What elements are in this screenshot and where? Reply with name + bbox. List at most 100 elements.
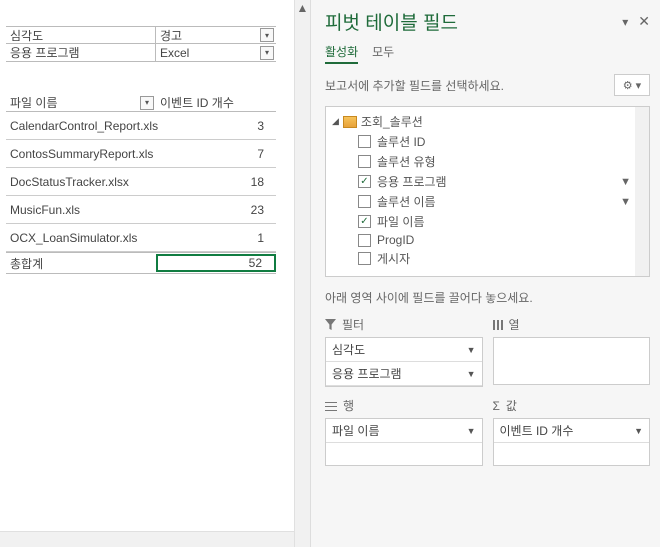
tab-all[interactable]: 모두 [372,43,394,64]
row-header-dropdown-icon[interactable]: ▾ [140,96,154,110]
row-value: 23 [156,203,276,217]
row-header-cell[interactable]: 파일 이름 ▾ [6,94,156,111]
field-item[interactable]: 솔루션 ID [358,133,645,150]
columns-icon [493,320,503,330]
grand-total-row[interactable]: 총합계 52 [6,252,276,274]
pane-dropdown-icon[interactable]: ▾ [622,15,628,29]
checkbox[interactable] [358,135,371,148]
field-item[interactable]: 솔루션 유형 [358,153,645,170]
filters-area: 필터 심각도 ▼ 응용 프로그램 ▼ [325,316,483,387]
filter-value: Excel [160,46,189,60]
field-item[interactable]: 솔루션 이름 ▼ + [358,193,645,210]
table-row[interactable]: ContosSummaryReport.xls 7 [6,140,276,168]
checkbox-checked[interactable]: ✓ [358,215,371,228]
total-value-cell[interactable]: 52 [156,254,276,272]
field-label: ProgID [377,233,414,247]
chevron-down-icon[interactable]: ▼ [467,345,476,355]
field-label: 게시자 [377,250,410,267]
funnel-icon [325,319,336,330]
pane-header: 피벗 테이블 필드 ▾ ✕ [325,8,650,35]
row-value: 3 [156,119,276,133]
chevron-down-icon[interactable]: ▼ [467,426,476,436]
values-area: Σ 값 이벤트 ID 개수 ▼ [493,397,651,466]
filter-row: 심각도 경고 ▾ [6,26,276,44]
close-icon[interactable]: ✕ [638,13,650,30]
row-value: 18 [156,175,276,189]
area-field-label: 심각도 [332,341,365,358]
area-field-label: 파일 이름 [332,422,380,439]
checkbox[interactable] [358,155,371,168]
filter-dropdown-icon[interactable]: ▾ [260,28,274,42]
table-row[interactable]: DocStatusTracker.xlsx 18 [6,168,276,196]
table-row[interactable]: MusicFun.xls 23 [6,196,276,224]
values-dropzone[interactable]: 이벤트 ID 개수 ▼ [493,418,651,466]
area-field[interactable]: 심각도 ▼ [326,338,482,362]
checkbox-checked[interactable]: ✓ [358,175,371,188]
filters-dropzone[interactable]: 심각도 ▼ 응용 프로그램 ▼ [325,337,483,387]
area-field[interactable]: 파일 이름 ▼ [326,419,482,443]
row-name: DocStatusTracker.xlsx [6,175,156,189]
columns-area: 열 [493,316,651,387]
pivot-areas: 필터 심각도 ▼ 응용 프로그램 ▼ 열 [325,316,650,466]
field-hint: 보고서에 추가할 필드를 선택하세요. [325,77,504,94]
field-list-scrollbar[interactable] [635,107,649,276]
area-label: 필터 [342,316,364,333]
scroll-up-icon[interactable]: ▲ [295,0,310,16]
chevron-down-icon[interactable]: ▼ [634,426,643,436]
columns-dropzone[interactable] [493,337,651,385]
tab-active[interactable]: 활성화 [325,43,358,64]
worksheet-area: 심각도 경고 ▾ 응용 프로그램 Excel ▾ 파일 이름 ▾ 이벤트 ID [0,0,310,547]
tools-button[interactable]: ⚙ ▾ [614,74,650,96]
chevron-down-icon[interactable]: ▼ [467,369,476,379]
field-label: 솔루션 이름 [377,193,436,210]
area-label: 행 [343,397,354,414]
field-label: 파일 이름 [377,213,425,230]
gear-icon: ⚙ [623,79,633,92]
area-field-label: 응용 프로그램 [332,365,402,382]
checkbox[interactable] [358,234,371,247]
table-row[interactable]: CalendarControl_Report.xls 3 [6,112,276,140]
field-item[interactable]: ✓ 응용 프로그램 ▼ [358,173,645,190]
pivot-fields-pane: 피벗 테이블 필드 ▾ ✕ 활성화 모두 보고서에 추가할 필드를 선택하세요.… [310,0,660,547]
table-node[interactable]: ◢ 조회_솔루션 [332,113,645,130]
area-field[interactable]: 응용 프로그램 ▼ [326,362,482,386]
checkbox[interactable] [358,252,371,265]
table-name: 조회_솔루션 [361,113,423,130]
filter-value-cell[interactable]: 경고 ▾ [156,27,276,43]
report-filters: 심각도 경고 ▾ 응용 프로그램 Excel ▾ [6,26,276,62]
pane-tabs: 활성화 모두 [325,43,650,64]
rows-dropzone[interactable]: 파일 이름 ▼ [325,418,483,466]
area-field-label: 이벤트 ID 개수 [500,422,574,439]
field-item[interactable]: 게시자 [358,250,645,267]
table-icon [343,116,357,128]
vertical-scrollbar[interactable]: ▲ [294,0,310,547]
field-item[interactable]: ProgID [358,233,645,247]
row-name: MusicFun.xls [6,203,156,217]
checkbox[interactable] [358,195,371,208]
filter-value-cell[interactable]: Excel ▾ [156,44,276,61]
collapse-icon[interactable]: ◢ [332,116,339,127]
sigma-icon: Σ [493,399,500,413]
rows-area: 행 파일 이름 ▼ [325,397,483,466]
field-hint-row: 보고서에 추가할 필드를 선택하세요. ⚙ ▾ [325,74,650,96]
value-header-cell[interactable]: 이벤트 ID 개수 [156,94,276,111]
filter-row: 응용 프로그램 Excel ▾ [6,44,276,62]
field-label: 솔루션 유형 [377,153,436,170]
filter-icon[interactable]: ▼ [620,176,631,188]
filter-label: 응용 프로그램 [10,44,80,61]
drag-hint: 아래 영역 사이에 필드를 끌어다 놓으세요. [325,289,650,306]
horizontal-scrollbar[interactable] [0,531,294,547]
area-label: 열 [509,316,520,333]
pane-title: 피벗 테이블 필드 [325,8,458,35]
total-label: 총합계 [6,255,156,272]
filter-icon[interactable]: ▼ [620,196,631,208]
total-value: 52 [249,256,262,270]
field-item[interactable]: ✓ 파일 이름 [358,213,645,230]
row-name: CalendarControl_Report.xls [6,119,156,133]
filter-dropdown-icon[interactable]: ▾ [260,46,274,60]
table-row[interactable]: OCX_LoanSimulator.xls 1 [6,224,276,252]
area-field[interactable]: 이벤트 ID 개수 ▼ [494,419,650,443]
filter-label-cell[interactable]: 응용 프로그램 [6,44,156,61]
filter-label-cell[interactable]: 심각도 [6,27,156,43]
row-name: ContosSummaryReport.xls [6,147,156,161]
